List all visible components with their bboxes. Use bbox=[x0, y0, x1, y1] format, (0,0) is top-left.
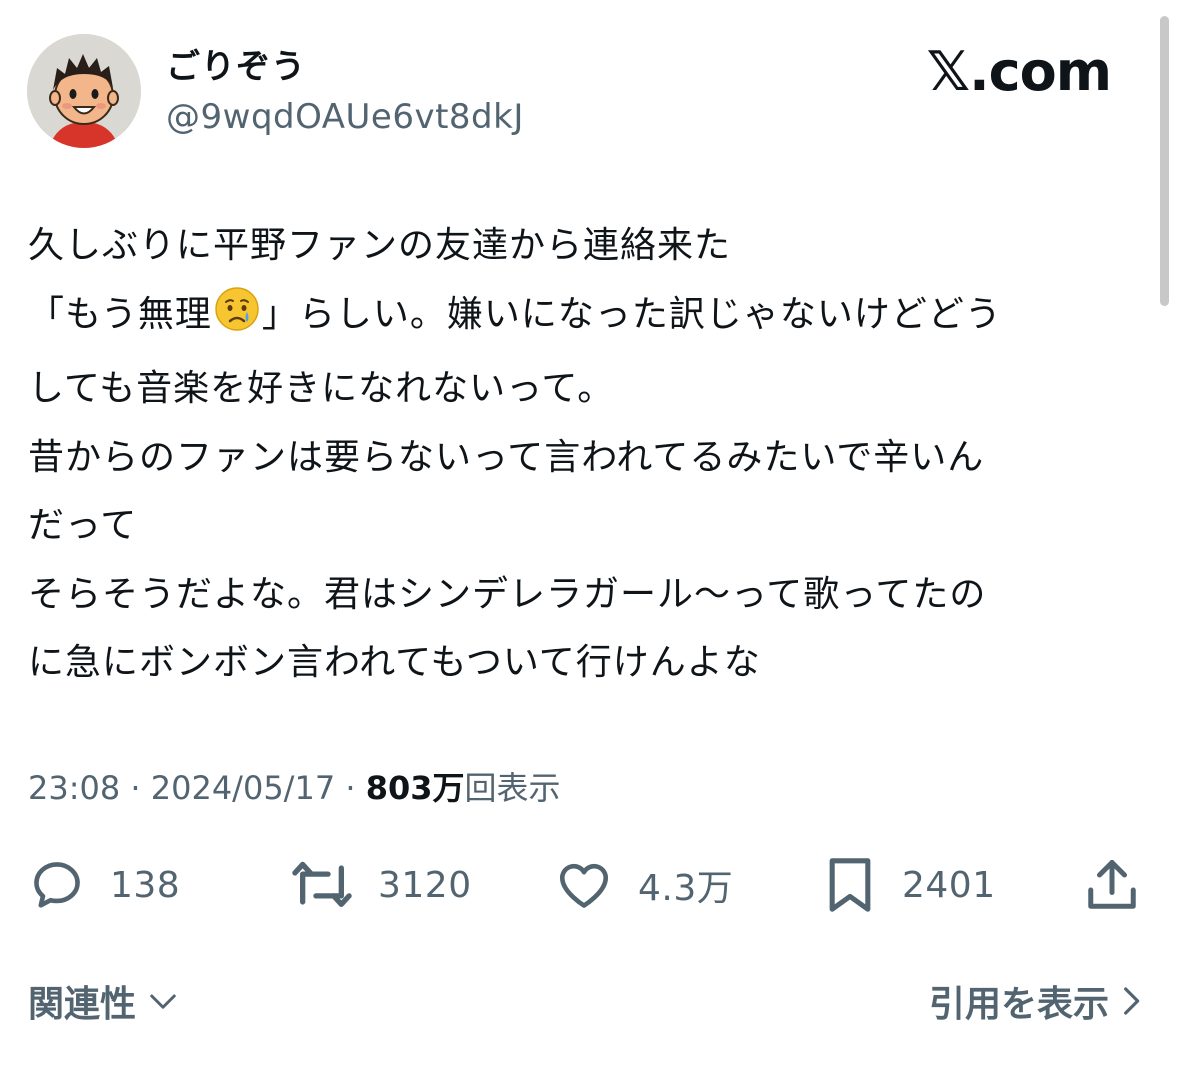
tweet-line: だって bbox=[28, 505, 138, 546]
like-button[interactable]: 4.3万 bbox=[554, 850, 733, 920]
meta-separator: · bbox=[335, 769, 366, 807]
heart-icon bbox=[559, 863, 609, 908]
meta-separator: · bbox=[120, 769, 151, 807]
tweet-line: そらそうだよな。君はシンデレラガール〜って歌ってたの bbox=[28, 573, 987, 615]
tweet-line: しても音楽を好きになれないって。 bbox=[28, 368, 615, 409]
reply-icon bbox=[34, 862, 80, 908]
view-count: 803万 bbox=[365, 769, 465, 807]
avatar[interactable] bbox=[27, 34, 141, 148]
like-count: 4.3万 bbox=[638, 868, 734, 909]
crying-face-emoji-icon bbox=[214, 286, 260, 356]
tweet-line: 昔からのファンは要らないって言われてるみたいで辛いん bbox=[28, 436, 985, 478]
tweet-text: 久しぶりに平野ファンの友達から連絡来た 「もう無理 」らしい。嫌いになった訳じゃ… bbox=[28, 212, 1153, 698]
tweet-meta: 23:08 · 2024/05/17 · 803万回表示 bbox=[28, 766, 561, 810]
tweet-time[interactable]: 23:08 bbox=[28, 769, 120, 807]
share-icon bbox=[1088, 860, 1136, 909]
cartoon-boy-avatar-icon bbox=[27, 34, 141, 148]
related-sort-button[interactable]: 関連性 bbox=[28, 975, 178, 1027]
reply-button[interactable]: 138 bbox=[28, 850, 180, 920]
scrollbar[interactable] bbox=[1160, 16, 1169, 306]
share-button[interactable] bbox=[1082, 850, 1142, 920]
tweet-page: ごりぞう @9wqdOAUe6vt8dkJ 𝕏.com 久しぶりに平野ファンの友… bbox=[0, 0, 1179, 1070]
retweet-count: 3120 bbox=[378, 864, 472, 906]
tweet-line: 久しぶりに平野ファンの友達から連絡来た bbox=[28, 225, 732, 266]
tweet-line: に急にボンボン言われてもついて行けんよな bbox=[28, 642, 761, 683]
tweet-actions: 138 3120 4.3万 2401 bbox=[0, 850, 1179, 920]
view-quotes-link[interactable]: 引用を表示 bbox=[929, 975, 1141, 1027]
chevron-right-icon bbox=[1124, 987, 1140, 1015]
x-logo: 𝕏.com bbox=[926, 40, 1112, 103]
quotes-label: 引用を表示 bbox=[928, 984, 1109, 1025]
tweet-line-segment: 「もう無理 bbox=[28, 293, 212, 335]
bookmark-count: 2401 bbox=[902, 864, 996, 906]
user-handle[interactable]: @9wqdOAUe6vt8dkJ bbox=[166, 94, 524, 140]
tweet-line-segment: 」らしい。嫌いになった訳じゃないけどどう bbox=[261, 293, 1002, 335]
reply-count: 138 bbox=[110, 864, 181, 906]
chevron-down-icon bbox=[150, 994, 176, 1009]
display-name[interactable]: ごりぞう bbox=[166, 44, 306, 90]
bookmark-button[interactable]: 2401 bbox=[822, 850, 996, 920]
tweet-date[interactable]: 2024/05/17 bbox=[151, 769, 335, 807]
bookmark-icon bbox=[829, 858, 871, 912]
retweet-button[interactable]: 3120 bbox=[290, 850, 472, 920]
view-count-label: 回表示 bbox=[464, 769, 561, 807]
related-label: 関連性 bbox=[28, 984, 137, 1025]
retweet-icon bbox=[292, 861, 352, 907]
tweet-line: 「もう無理 」らしい。嫌いになった訳じゃないけどどう bbox=[28, 281, 1153, 356]
